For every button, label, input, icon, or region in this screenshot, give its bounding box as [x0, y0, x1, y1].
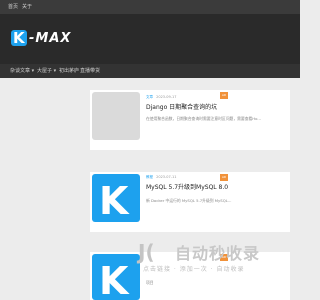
main-nav: 杂谈文章 ▾ 大屋子 ▾ 初出茅庐 直播带货	[0, 64, 300, 78]
post-date: 2023-09-17	[156, 95, 177, 99]
post-title[interactable]: Django 日期聚合查询的坑	[146, 102, 217, 111]
post-thumbnail[interactable]	[92, 92, 140, 140]
top-link-home[interactable]: 首页	[8, 3, 18, 10]
post-badge: AD	[220, 92, 228, 99]
nav-item-big-house[interactable]: 大屋子 ▾	[37, 67, 56, 74]
nav-item-articles[interactable]: 杂谈文章 ▾	[10, 67, 34, 74]
post-date: 2023-07-11	[156, 175, 177, 179]
logo-letter: K	[13, 29, 25, 47]
top-bar: 首页 关于	[0, 0, 300, 14]
k-logo-icon: K	[99, 259, 129, 300]
post-meta: 教程 2023-07-11	[146, 175, 176, 180]
post-tag[interactable]: 文章	[146, 95, 153, 99]
post-meta: 文章 2023-09-17	[146, 95, 176, 100]
post-tag[interactable]: 教程	[146, 175, 153, 179]
site-header: K -MAX	[0, 14, 300, 64]
post-excerpt: 项目	[146, 280, 154, 285]
post-excerpt: 在使用聚合函数，日期聚合查询时需要注意时区问题，需要查看Ho...	[146, 116, 262, 121]
site-logo[interactable]: K	[11, 29, 27, 47]
post-card[interactable]: AD 文章 2023-09-17 Django 日期聚合查询的坑 在使用聚合函数…	[90, 90, 290, 150]
watermark-logo-icon: J(	[138, 240, 155, 264]
nav-item-live[interactable]: 直播带货	[80, 67, 100, 74]
top-link-about[interactable]: 关于	[22, 3, 32, 10]
post-thumbnail[interactable]: K	[92, 174, 140, 223]
k-logo-icon: K	[99, 179, 129, 223]
nav-item-beginner[interactable]: 初出茅庐	[59, 67, 79, 74]
post-title[interactable]: MySQL 5.7升级到MySQL 8.0	[146, 182, 228, 191]
post-badge: AD	[220, 174, 228, 181]
watermark-title: 自动秒收录	[175, 244, 261, 263]
watermark-subtitle: 点击链接 · 添加一次 · 自动收录	[143, 266, 245, 273]
post-card[interactable]: K AD 教程 2023-07-11 MySQL 5.7升级到MySQL 8.0…	[90, 172, 290, 232]
logo-text[interactable]: -MAX	[29, 31, 71, 46]
watermark: J( 自动秒收录 点击链接 · 添加一次 · 自动收录	[138, 240, 298, 280]
post-excerpt: 新 Docker 中运行的 MySQL 5.7升级到 MySQL...	[146, 198, 232, 203]
post-thumbnail[interactable]: K	[92, 254, 140, 300]
